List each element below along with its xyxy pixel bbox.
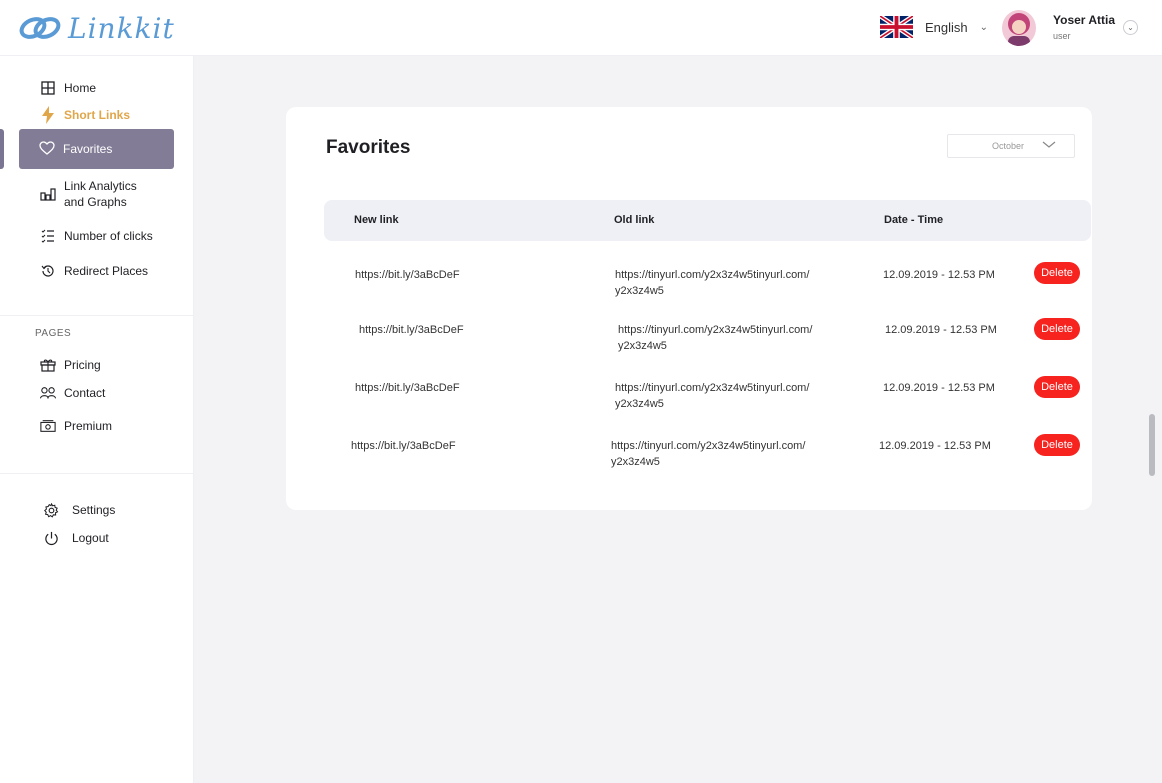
scrollbar-thumb[interactable]	[1149, 414, 1155, 476]
users-icon	[40, 385, 56, 401]
sidebar-item-label: Home	[64, 81, 97, 95]
month-select-value: October	[991, 141, 1024, 151]
old-link-cell[interactable]: https://tinyurl.com/y2x3z4w5tinyurl.com/…	[618, 322, 838, 354]
language-selector[interactable]: English ⌄	[880, 16, 988, 38]
divider	[0, 315, 194, 316]
datetime-cell: 12.09.2019 - 12.53 PM	[885, 324, 997, 336]
bolt-icon	[40, 106, 56, 124]
chain-link-icon	[19, 17, 61, 39]
sidebar-item-contact[interactable]: Contact	[40, 385, 105, 401]
sidebar-item-label: Favorites	[63, 142, 113, 156]
money-icon	[40, 418, 56, 434]
sidebar-item-label: Contact	[64, 386, 106, 400]
power-icon	[43, 530, 59, 546]
sidebar-item-pricing[interactable]: Pricing	[40, 357, 101, 373]
datetime-cell: 12.09.2019 - 12.53 PM	[879, 440, 991, 452]
gear-icon	[43, 502, 59, 518]
chevron-down-icon: ⌄	[1127, 23, 1134, 32]
user-name: Yoser Attia	[1053, 13, 1116, 27]
sidebar: Home Short Links Favorites Link Analytic…	[0, 56, 194, 783]
sidebar-item-logout[interactable]: Logout	[43, 530, 109, 546]
chevron-down-icon	[1042, 141, 1056, 151]
main-content: Favorites October New link Old link Date…	[194, 56, 1162, 783]
delete-button[interactable]: Delete	[1034, 262, 1080, 284]
divider	[0, 473, 194, 474]
sidebar-item-label: Premium	[64, 419, 113, 433]
user-info[interactable]: Yoser Attia user	[1053, 13, 1115, 41]
heart-icon	[39, 140, 55, 158]
uk-flag-icon	[880, 16, 913, 38]
sidebar-item-redirect-places[interactable]: Redirect Places	[40, 263, 148, 279]
language-label: English	[925, 19, 968, 35]
grid-icon	[40, 80, 56, 96]
sidebar-item-label: Redirect Places	[64, 264, 149, 278]
table-header: New link Old link Date - Time	[324, 200, 1091, 241]
sidebar-item-label: Number of clicks	[64, 229, 153, 243]
sidebar-item-label: Settings	[72, 503, 116, 517]
pages-section-label: PAGES	[35, 328, 72, 339]
month-select[interactable]: October	[947, 134, 1075, 158]
sidebar-item-label: Link Analytics and Graphs	[64, 179, 137, 209]
table-row: https://bit.ly/3aBcDeF https://tinyurl.c…	[286, 318, 1092, 362]
sidebar-item-label: Short Links	[64, 108, 131, 122]
table-row: https://bit.ly/3aBcDeF https://tinyurl.c…	[286, 434, 1092, 478]
column-header-old-link: Old link	[614, 214, 655, 226]
datetime-cell: 12.09.2019 - 12.53 PM	[883, 269, 995, 281]
delete-button[interactable]: Delete	[1034, 434, 1080, 456]
delete-button[interactable]: Delete	[1034, 376, 1080, 398]
sidebar-item-link-analytics[interactable]: Link Analytics and Graphs	[40, 178, 154, 210]
checklist-icon	[40, 228, 56, 244]
history-icon	[40, 263, 56, 279]
table-row: https://bit.ly/3aBcDeF https://tinyurl.c…	[286, 376, 1092, 420]
sidebar-item-number-of-clicks[interactable]: Number of clicks	[40, 228, 153, 244]
sidebar-item-premium[interactable]: Premium	[40, 418, 112, 434]
active-indicator	[0, 129, 4, 169]
table-row: https://bit.ly/3aBcDeF https://tinyurl.c…	[286, 262, 1092, 307]
sidebar-item-label: Logout	[72, 531, 109, 545]
column-header-new-link: New link	[354, 214, 399, 226]
bar-chart-icon	[40, 186, 56, 202]
sidebar-item-label: Pricing	[64, 358, 101, 372]
datetime-cell: 12.09.2019 - 12.53 PM	[883, 382, 995, 394]
new-link-cell[interactable]: https://bit.ly/3aBcDeF	[359, 322, 464, 338]
old-link-cell[interactable]: https://tinyurl.com/y2x3z4w5tinyurl.com/…	[611, 438, 831, 470]
new-link-cell[interactable]: https://bit.ly/3aBcDeF	[355, 380, 460, 396]
user-menu-toggle[interactable]: ⌄	[1123, 20, 1138, 35]
sidebar-item-favorites[interactable]: Favorites	[19, 129, 174, 169]
app-logo[interactable]: Linkkit	[18, 8, 175, 48]
sidebar-item-short-links[interactable]: Short Links	[40, 106, 131, 124]
new-link-cell[interactable]: https://bit.ly/3aBcDeF	[351, 438, 456, 454]
avatar-image	[1002, 10, 1036, 46]
column-header-date-time: Date - Time	[884, 214, 944, 226]
favorites-card: Favorites October New link Old link Date…	[286, 107, 1092, 510]
delete-button[interactable]: Delete	[1034, 318, 1080, 340]
old-link-cell[interactable]: https://tinyurl.com/y2x3z4w5tinyurl.com/…	[615, 380, 835, 412]
top-bar: Linkkit English ⌄ Yoser Attia user ⌄	[0, 0, 1162, 56]
sidebar-item-home[interactable]: Home	[40, 80, 96, 96]
user-role: user	[1053, 31, 1071, 41]
gift-icon	[40, 357, 56, 373]
chevron-down-icon: ⌄	[979, 21, 989, 33]
app-name: Linkkit	[68, 11, 175, 45]
sidebar-item-settings[interactable]: Settings	[43, 502, 115, 518]
new-link-cell[interactable]: https://bit.ly/3aBcDeF	[355, 267, 460, 283]
avatar[interactable]	[1002, 10, 1036, 46]
old-link-cell[interactable]: https://tinyurl.com/y2x3z4w5tinyurl.com/…	[615, 267, 835, 299]
page-title: Favorites	[326, 137, 411, 158]
